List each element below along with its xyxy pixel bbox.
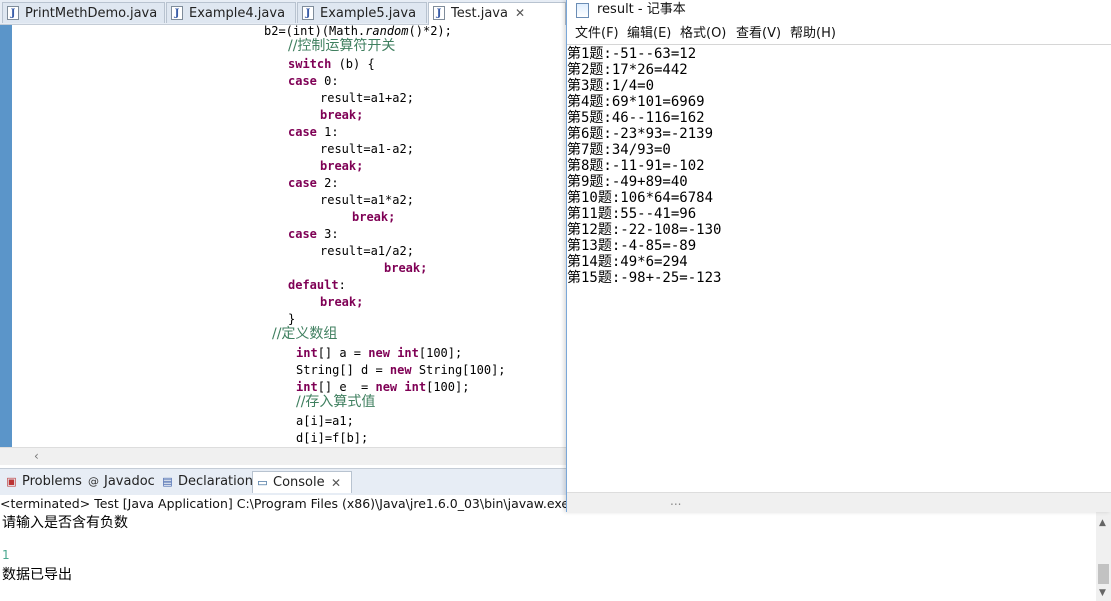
close-icon[interactable]: ✕ (331, 472, 341, 494)
tab-label: Javadoc (104, 474, 155, 489)
code-line: case 0: (288, 74, 339, 88)
tab-label: PrintMethDemo.java (25, 6, 158, 21)
scroll-thumb[interactable] (1098, 564, 1109, 584)
code-line: case 2: (288, 176, 339, 190)
status-tail: ... (670, 494, 682, 508)
notepad-text-area[interactable]: 第1题:-51--63=12 第2题:17*26=442 第3题:1/4=0 第… (567, 44, 1111, 493)
code-comment: //存入算式值 (296, 394, 376, 410)
java-file-icon: J (302, 6, 314, 20)
code-line: result=a1+a2; (320, 91, 414, 105)
menu-format[interactable]: 格式(O) (680, 24, 726, 44)
tab-declaration[interactable]: ▤ Declaration (158, 471, 253, 493)
code-line: break; (320, 108, 364, 122)
code-comment: //定义数组 (272, 326, 338, 342)
code-line: result=a1-a2; (320, 142, 414, 156)
tab-example4[interactable]: J Example4.java (166, 2, 296, 23)
console-status-text: <terminated> Test [Java Application] C:\… (0, 496, 615, 511)
result-line: 第7题:34/93=0 (567, 142, 671, 158)
console-output[interactable]: 请输入是否含有负数 1 数据已导出 (0, 512, 1096, 601)
code-line: break; (384, 261, 428, 275)
code-line: String[] d = new String[100]; (296, 363, 506, 377)
console-icon: ▭ (257, 476, 268, 489)
notepad-icon (576, 3, 589, 18)
tab-example5[interactable]: J Example5.java (297, 2, 427, 23)
menu-view[interactable]: 查看(V) (736, 24, 781, 44)
result-line: 第6题:-23*93=-2139 (567, 126, 714, 142)
code-line: a[i]=a1; (296, 414, 354, 428)
horizontal-scrollbar[interactable]: ‹ (0, 447, 566, 465)
tab-label: Console (273, 475, 325, 490)
code-line: int[] a = new int[100]; (296, 346, 463, 360)
console-line: 请输入是否含有负数 (2, 515, 128, 531)
code-line: result=a1/a2; (320, 244, 414, 258)
result-line: 第14题:49*6=294 (567, 254, 688, 270)
at-icon: @ (88, 475, 99, 488)
menu-edit[interactable]: 编辑(E) (627, 24, 671, 44)
java-file-icon: J (7, 6, 19, 20)
console-input-line: 1 (2, 548, 10, 562)
tab-test[interactable]: J Test.java ✕ (428, 2, 566, 25)
tab-javadoc[interactable]: @ Javadoc (84, 471, 156, 493)
notepad-window: result - 记事本 文件(F) 编辑(E) 格式(O) 查看(V) 帮助(… (566, 0, 1111, 512)
vertical-scrollbar[interactable]: ▲ ▼ (1096, 512, 1111, 601)
editor-tab-bar: J PrintMethDemo.java J Example4.java J E… (0, 0, 566, 25)
java-file-icon: J (433, 6, 445, 20)
console-line: 数据已导出 (2, 567, 72, 583)
tab-label: Declaration (178, 474, 253, 489)
code-line: switch (b) { (288, 57, 375, 71)
menu-help[interactable]: 帮助(H) (790, 24, 836, 44)
result-line: 第9题:-49+89=40 (567, 174, 688, 190)
scroll-left-icon[interactable]: ‹ (34, 449, 39, 463)
code-line: result=a1*a2; (320, 193, 414, 207)
code-line: break; (320, 159, 364, 173)
close-icon[interactable]: ✕ (515, 3, 525, 24)
tab-console[interactable]: ▭ Console ✕ (252, 471, 352, 493)
declaration-icon: ▤ (162, 475, 173, 488)
result-line: 第12题:-22-108=-130 (567, 222, 722, 238)
notepad-title-bar[interactable]: result - 记事本 (567, 0, 1111, 22)
code-line: d[i]=f[b]; (296, 431, 369, 445)
result-line: 第5题:46--116=162 (567, 110, 705, 126)
result-line: 第15题:-98+-25=-123 (567, 270, 722, 286)
java-file-icon: J (171, 6, 183, 20)
code-line: case 3: (288, 227, 339, 241)
tab-label: Example5.java (320, 6, 417, 21)
result-line: 第4题:69*101=6969 (567, 94, 705, 110)
tab-label: Problems (22, 474, 82, 489)
code-line: break; (352, 210, 396, 224)
tab-label: Example4.java (189, 6, 286, 21)
code-line: case 1: (288, 125, 339, 139)
window-title: result - 记事本 (597, 2, 686, 17)
result-line: 第8题:-11-91=-102 (567, 158, 705, 174)
result-line: 第2题:17*26=442 (567, 62, 688, 78)
notepad-bottom-scrollbar[interactable]: ... (567, 492, 1111, 512)
notepad-menu-bar: 文件(F) 编辑(E) 格式(O) 查看(V) 帮助(H) (567, 24, 1111, 44)
result-line: 第3题:1/4=0 (567, 78, 655, 94)
code-line: default: (288, 278, 346, 292)
scroll-up-icon[interactable]: ▲ (1099, 518, 1106, 528)
problems-icon: ▣ (6, 475, 17, 488)
code-editor[interactable]: b2=(int)(Math.random()*2); //控制运算符开关 swi… (0, 25, 566, 447)
result-line: 第13题:-4-85=-89 (567, 238, 697, 254)
scroll-down-icon[interactable]: ▼ (1099, 588, 1106, 598)
code-comment: //控制运算符开关 (288, 38, 396, 54)
editor-gutter (0, 25, 12, 447)
code-line: break; (320, 295, 364, 309)
result-line: 第11题:55--41=96 (567, 206, 697, 222)
result-line: 第10题:106*64=6784 (567, 190, 714, 206)
tab-printmethdemo[interactable]: J PrintMethDemo.java (2, 2, 165, 23)
tab-label: Test.java (451, 6, 508, 21)
tab-problems[interactable]: ▣ Problems (2, 471, 82, 493)
menu-file[interactable]: 文件(F) (575, 24, 619, 44)
result-line: 第1题:-51--63=12 (567, 46, 697, 62)
